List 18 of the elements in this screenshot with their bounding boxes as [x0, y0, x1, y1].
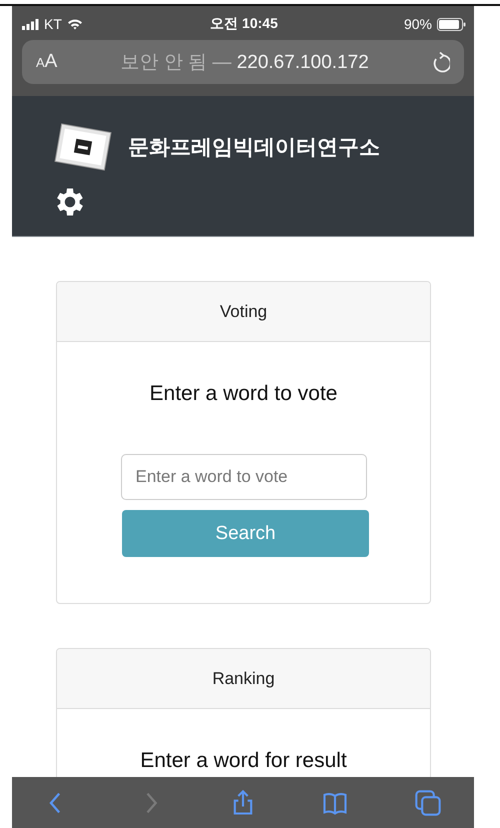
tabs-icon[interactable] — [414, 788, 442, 816]
reload-icon[interactable] — [432, 51, 450, 73]
card-heading: Enter a word for result — [140, 749, 347, 773]
word-input-field[interactable]: Enter a word to vote — [120, 454, 366, 500]
card-heading: Enter a word to vote — [150, 382, 338, 406]
search-button[interactable]: Search — [122, 510, 369, 557]
carrier-name: KT — [44, 16, 62, 32]
url-address[interactable]: 220.67.100.172 — [236, 52, 369, 73]
battery-percent: 90% — [404, 16, 432, 32]
security-warning: 보안 안 됨 — — [120, 52, 232, 73]
card-header: Ranking — [57, 649, 430, 709]
site-title[interactable]: 문화프레임빅데이터연구소 — [128, 133, 380, 161]
text-size-button[interactable]: AA — [36, 51, 58, 73]
signal-icon — [22, 18, 39, 30]
card-header: Voting — [57, 282, 430, 342]
battery-icon — [437, 18, 466, 30]
clock-time: 오전 10:45 — [210, 15, 278, 33]
wifi-icon — [66, 18, 83, 30]
